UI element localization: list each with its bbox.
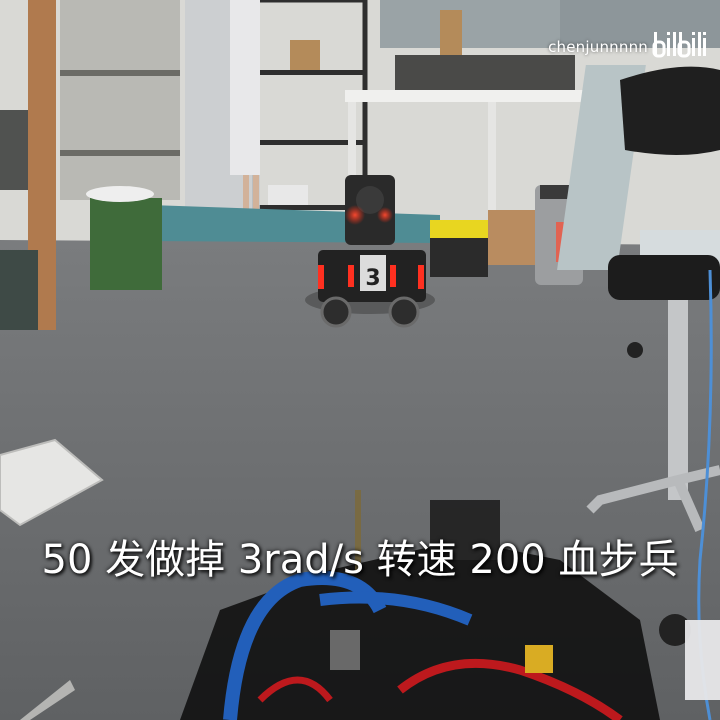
bilibili-logo-icon	[652, 32, 706, 58]
video-frame: 3 chenjunnnnn 50 发做掉 3rad/s 转速 200 血步兵	[0, 0, 720, 720]
lab-scene: 3	[0, 0, 720, 720]
uploader-watermark: chenjunnnnn	[548, 38, 648, 56]
shelf-unit	[60, 0, 180, 200]
office-chair	[620, 66, 720, 155]
video-subtitle: 50 发做掉 3rad/s 转速 200 血步兵	[41, 537, 679, 583]
green-stool	[90, 198, 162, 290]
workbench	[345, 90, 615, 102]
robot-number: 3	[365, 266, 380, 291]
window	[380, 0, 560, 48]
